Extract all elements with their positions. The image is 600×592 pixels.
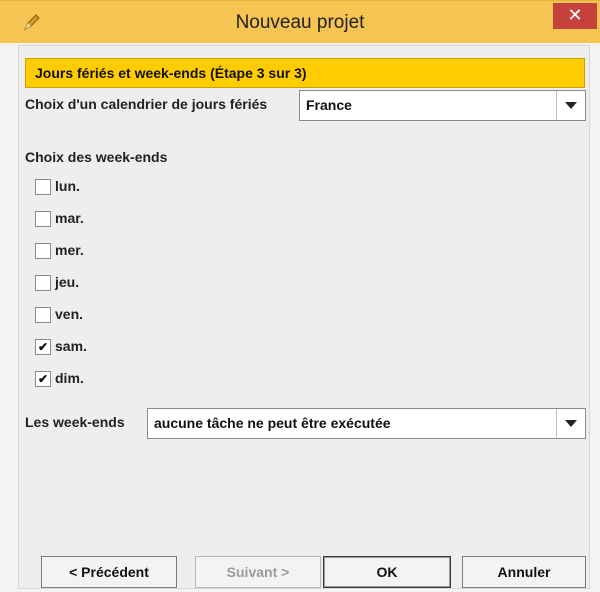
weekend-rule-label: Les week-ends (25, 414, 125, 430)
chevron-down-icon[interactable] (556, 409, 585, 438)
weekday-checkbox[interactable]: ✔ (35, 371, 51, 387)
weekday-label: dim. (55, 370, 84, 386)
holiday-calendar-value: France (306, 97, 352, 113)
weekday-checkbox[interactable]: ✔ (35, 339, 51, 355)
title-bar[interactable]: Nouveau projet ✕ (0, 0, 600, 43)
weekday-label: jeu. (55, 274, 80, 290)
weekday-label: lun. (55, 178, 80, 194)
wizard-content: Jours fériés et week-ends (Étape 3 sur 3… (18, 45, 590, 589)
close-button[interactable]: ✕ (553, 3, 597, 29)
weekday-label: ven. (55, 306, 84, 322)
weekday-checkbox[interactable] (35, 211, 51, 227)
cancel-button[interactable]: Annuler (462, 556, 586, 588)
ok-button[interactable]: OK (323, 556, 451, 588)
weekday-label: mar. (55, 210, 84, 226)
weekend-choice-label: Choix des week-ends (25, 149, 168, 165)
holiday-calendar-select[interactable]: France (299, 90, 586, 121)
holiday-calendar-label: Choix d'un calendrier de jours fériés (25, 96, 268, 112)
weekday-label: sam. (55, 338, 87, 354)
weekend-rule-value: aucune tâche ne peut être exécutée (154, 415, 391, 431)
weekday-checkbox[interactable] (35, 179, 51, 195)
weekday-checkbox[interactable] (35, 307, 51, 323)
chevron-down-icon[interactable] (556, 91, 585, 120)
next-button[interactable]: Suivant > (195, 556, 321, 588)
previous-button[interactable]: < Précédent (41, 556, 177, 588)
weekday-label: mer. (55, 242, 84, 258)
window-title: Nouveau projet (235, 12, 365, 33)
new-project-dialog: Nouveau projet ✕ Jours fériés et week-en… (0, 0, 600, 592)
weekday-checkbox[interactable] (35, 243, 51, 259)
weekday-checkbox[interactable] (35, 275, 51, 291)
weekend-rule-select[interactable]: aucune tâche ne peut être exécutée (147, 408, 586, 439)
step-banner: Jours fériés et week-ends (Étape 3 sur 3… (25, 58, 585, 88)
